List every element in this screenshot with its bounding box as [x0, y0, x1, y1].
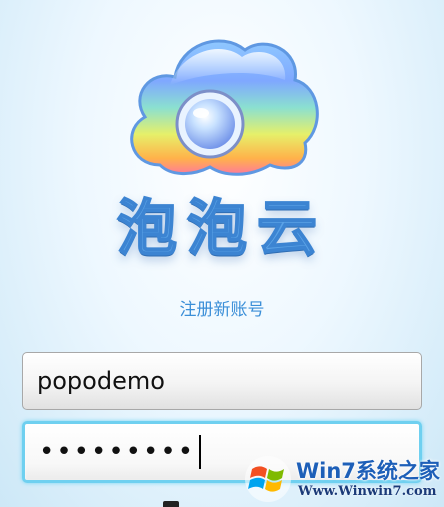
watermark-url: Www.Winwin7.com [298, 484, 437, 499]
bubble-cloud-logo-icon [130, 39, 319, 176]
password-masked-value: ••••••••• [39, 437, 196, 467]
username-value: popodemo [37, 367, 165, 395]
watermark-brand: Win7系统之家 [296, 459, 440, 483]
login-screen: 泡泡云 注册新账号 popodemo ••••••••• Win7系统之家 Ww… [0, 0, 444, 507]
windows-flag-icon [245, 456, 291, 502]
text-caret [199, 435, 202, 469]
register-new-account-link[interactable]: 注册新账号 [0, 295, 444, 320]
watermark: Win7系统之家 Www.Winwin7.com [244, 453, 444, 507]
username-input[interactable]: popodemo [22, 352, 422, 410]
app-title: 泡泡云 [116, 193, 327, 265]
bottom-edge-marker [163, 501, 179, 507]
